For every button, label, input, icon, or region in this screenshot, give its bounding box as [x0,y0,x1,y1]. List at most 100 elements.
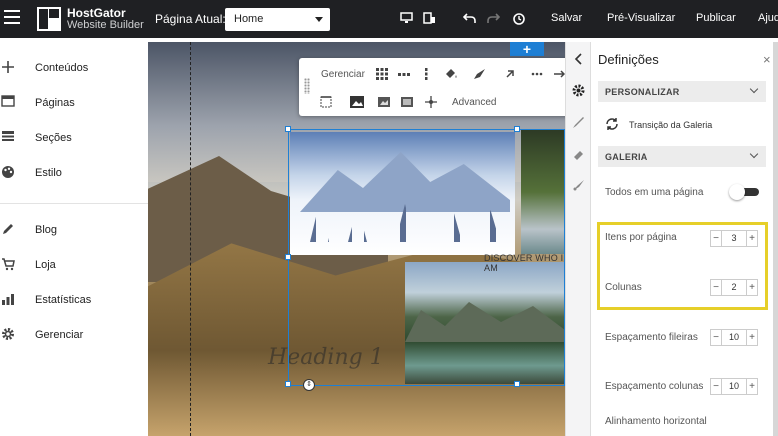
pages-icon [0,95,16,111]
plus-icon [0,60,16,76]
row-spacing-value[interactable]: 10 [722,329,746,346]
mobile-icon[interactable] [422,12,436,26]
horizontal-dots-icon[interactable] [398,68,410,80]
logo-line2: Website Builder [67,19,144,31]
sidebar-item-label: Estilo [35,167,62,179]
history-icon[interactable] [511,12,525,26]
increment-button[interactable]: + [746,279,758,296]
horizontal-align-label: Alinhamento horizontal [605,416,707,427]
sidebar-item-contents[interactable]: Conteúdos [0,53,148,83]
animation-icon[interactable] [473,68,485,80]
save-button[interactable]: Salvar [551,12,582,24]
decrement-button[interactable]: − [710,329,722,346]
panel-scrollbar[interactable] [773,42,778,436]
row-spacing-label: Espaçamento fileiras [605,332,698,343]
border-icon[interactable] [320,96,332,108]
section-gallery-label: GALERIA [605,152,648,162]
publish-button[interactable]: Publicar [696,12,736,24]
decrement-button[interactable]: − [710,279,722,296]
hostgator-logo [37,7,61,31]
decrement-button[interactable]: − [710,230,722,247]
current-page-label: Página Atual: [155,12,226,26]
resize-handle[interactable] [514,381,520,387]
left-sidebar: Conteúdos Páginas Seções Estilo Blog Loj… [0,38,148,436]
editor-canvas[interactable]: + DISCOVER WHO I AM Heading 1 ⇕ Gerencia… [148,42,565,436]
add-section-button[interactable]: + [510,42,544,56]
chevron-down-icon [749,84,759,94]
sidebar-item-store[interactable]: Loja [0,250,148,280]
layout-guide [190,42,191,436]
gear-icon[interactable] [572,84,585,97]
resize-handle[interactable] [285,126,291,132]
sidebar-item-label: Blog [35,224,58,236]
eraser-icon[interactable] [572,148,585,161]
element-toolbar: Gerenciar Advanced [299,58,565,116]
sidebar-item-label: Seções [35,132,72,144]
fill-color-icon[interactable] [444,68,457,80]
items-per-page-stepper: − 3 + [710,230,758,247]
image-small-icon[interactable] [378,96,390,108]
image-icon[interactable] [349,96,365,108]
help-button[interactable]: Ajud [758,12,778,24]
gallery-transition-link[interactable]: Transição da Galeria [629,120,712,130]
sidebar-item-label: Loja [35,259,56,271]
all-on-one-page-toggle[interactable] [729,184,759,200]
resize-handle[interactable] [514,126,520,132]
settings-tab-rail [565,42,590,436]
column-spacing-value[interactable]: 10 [722,378,746,395]
move-handle-icon[interactable]: ⇕ [303,379,315,391]
logo-text: HostGator Website Builder [67,7,144,31]
increment-button[interactable]: + [746,378,758,395]
increment-button[interactable]: + [746,230,758,247]
menu-icon[interactable] [4,10,20,26]
sidebar-item-manage[interactable]: Gerenciar [0,320,148,350]
link-icon[interactable] [505,68,517,80]
move-icon[interactable] [553,68,565,80]
columns-stepper: − 2 + [710,279,758,296]
sidebar-item-pages[interactable]: Páginas [0,88,148,118]
grid-icon[interactable] [376,68,388,80]
section-personalize-label: PERSONALIZAR [605,87,680,97]
redo-icon[interactable] [486,12,500,26]
settings-panel: Definições × PERSONALIZAR Transição da G… [590,42,773,436]
layout-icon[interactable] [401,96,413,108]
columns-value[interactable]: 2 [722,279,746,296]
all-on-one-page-label: Todos em uma página [605,187,704,198]
section-personalize[interactable]: PERSONALIZAR [598,81,766,102]
cart-icon [0,257,16,273]
logo-line1: HostGator [67,6,126,20]
position-icon[interactable] [425,96,437,108]
resize-handle[interactable] [285,254,291,260]
advanced-button[interactable]: Advanced [452,97,496,108]
undo-icon[interactable] [462,12,476,26]
items-per-page-value[interactable]: 3 [722,230,746,247]
decrement-button[interactable]: − [710,378,722,395]
sidebar-item-statistics[interactable]: Estatísticas [0,285,148,315]
panel-title: Definições [598,52,659,67]
sidebar-item-label: Conteúdos [35,62,89,74]
sidebar-item-style[interactable]: Estilo [0,158,148,188]
page-select-value: Home [234,13,264,25]
top-bar: HostGator Website Builder Página Atual: … [0,0,778,38]
sidebar-divider [0,203,148,204]
resize-handle[interactable] [285,381,291,387]
preview-button[interactable]: Pré-Visualizar [607,12,675,24]
more-icon[interactable] [531,68,543,80]
sidebar-item-label: Estatísticas [35,294,92,306]
close-icon[interactable]: × [763,52,771,67]
drag-grip-icon[interactable] [304,78,310,94]
sidebar-item-blog[interactable]: Blog [0,215,148,245]
page-select[interactable]: Home [225,8,330,31]
section-gallery[interactable]: GALERIA [598,146,766,167]
manage-button[interactable]: Gerenciar [321,69,365,80]
sidebar-item-label: Páginas [35,97,75,109]
sidebar-item-sections[interactable]: Seções [0,123,148,153]
rocket-icon[interactable] [572,179,585,192]
desktop-icon[interactable] [399,12,413,26]
brush-icon[interactable] [572,116,585,129]
transition-icon [605,117,619,131]
vertical-dots-icon[interactable] [420,68,432,80]
row-spacing-stepper: − 10 + [710,329,758,346]
increment-button[interactable]: + [746,329,758,346]
chevron-left-icon[interactable] [572,53,585,66]
